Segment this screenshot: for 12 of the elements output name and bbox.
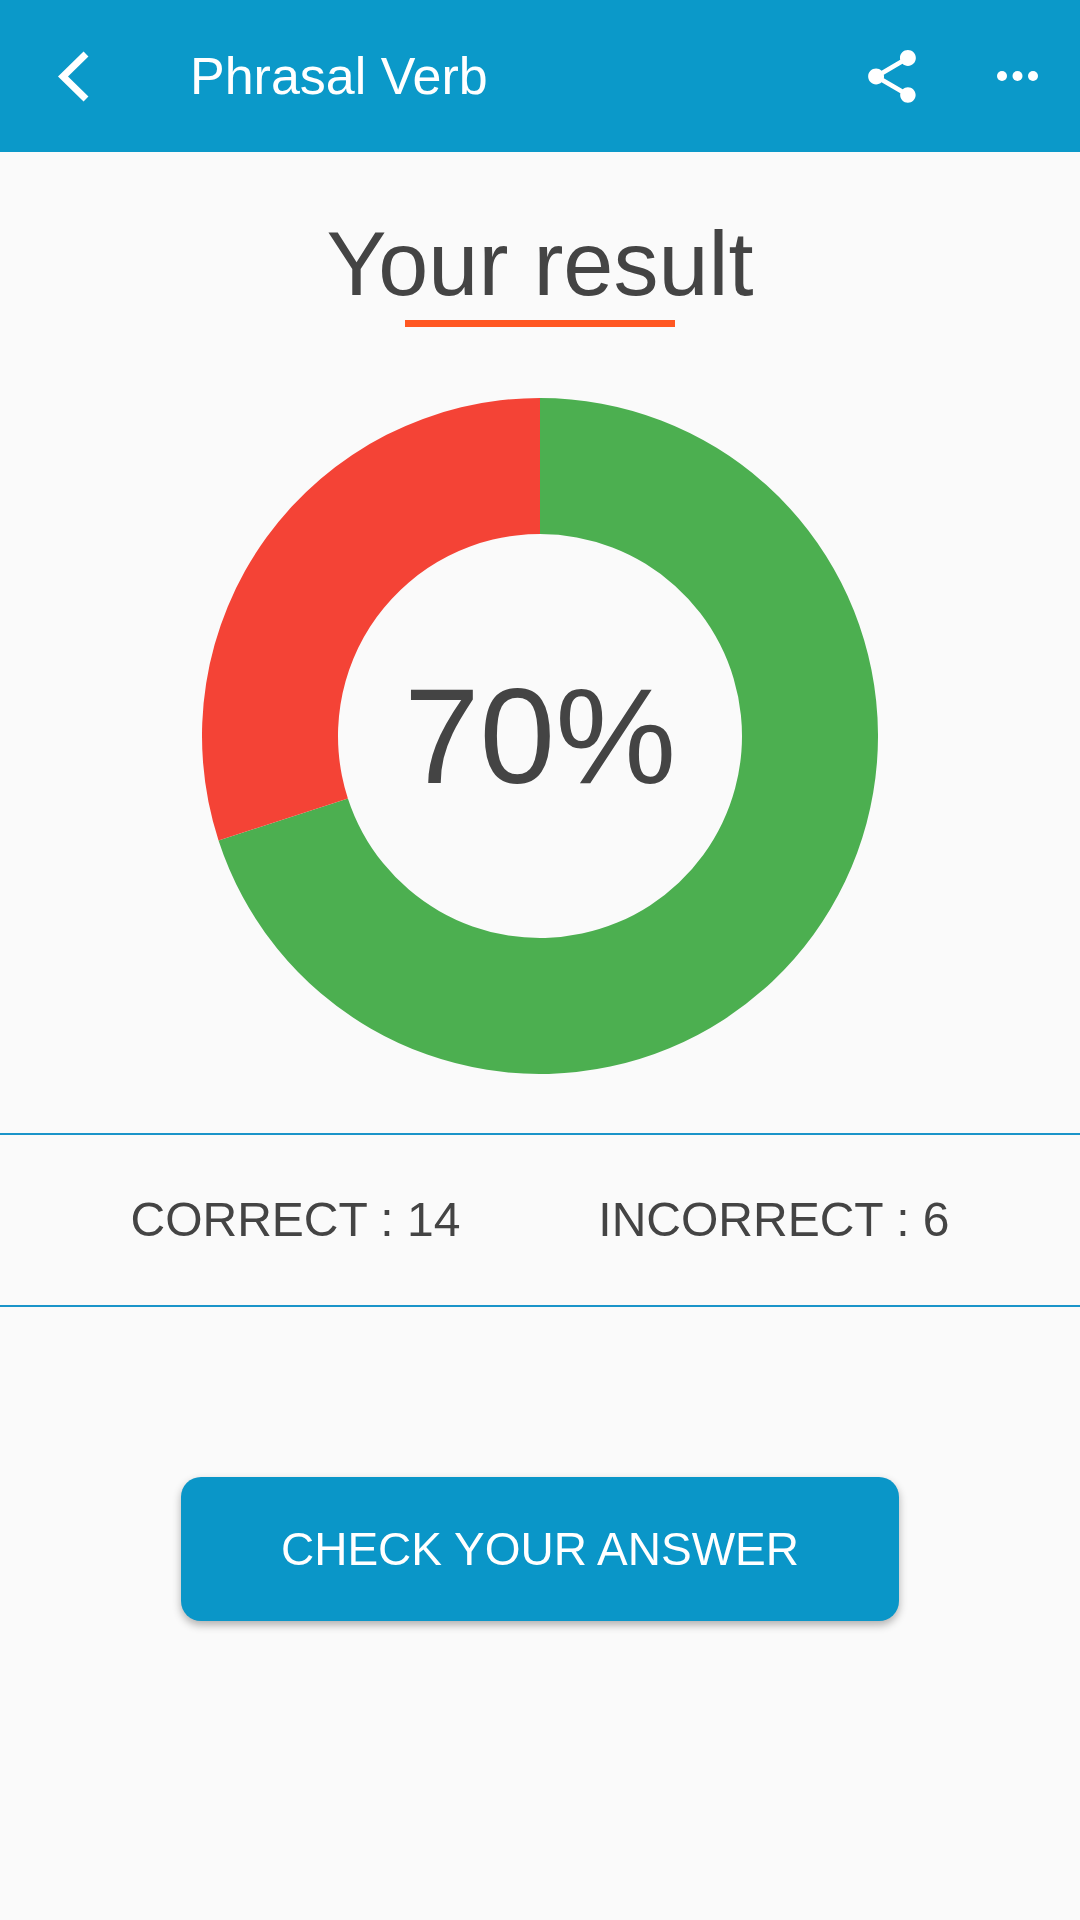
- share-button[interactable]: [868, 49, 916, 103]
- score-text: INCORRECT : 6: [598, 1192, 950, 1248]
- more-button[interactable]: [997, 71, 1038, 81]
- back-icon: [56, 49, 90, 103]
- more-icon: [997, 71, 1038, 81]
- check-answer-button[interactable]: CHECK YOUR ANSWER: [181, 1477, 899, 1621]
- score-text: CORRECT : 14: [130, 1192, 461, 1248]
- percent-label: 70%: [403, 661, 677, 811]
- app-title: Phrasal Verb: [190, 46, 488, 106]
- result-heading: Your result: [326, 214, 754, 314]
- back-button[interactable]: [56, 49, 90, 103]
- share-icon: [868, 49, 916, 103]
